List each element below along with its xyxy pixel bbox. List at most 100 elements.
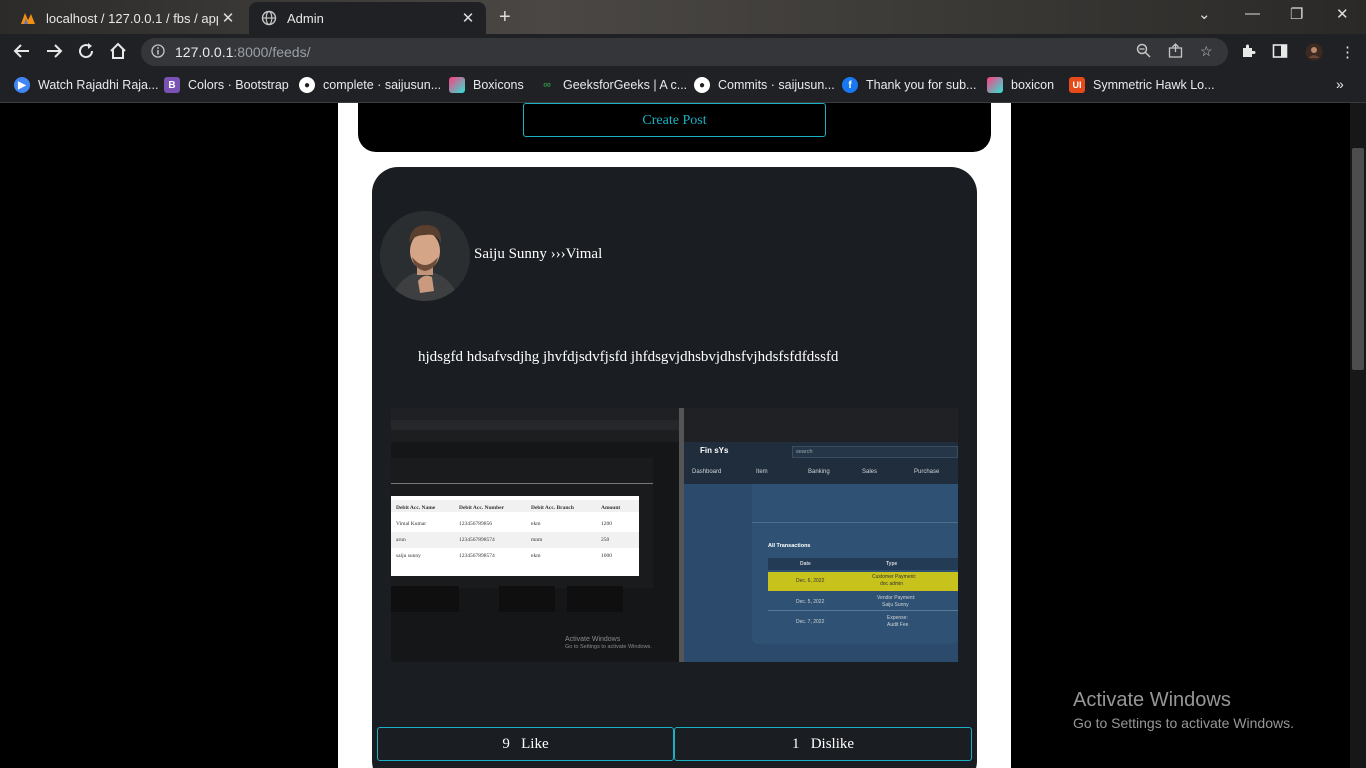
forward-icon[interactable] (45, 42, 63, 65)
table-cell: 1000 (601, 553, 612, 559)
dislike-button[interactable]: 1 Dislike (674, 727, 972, 761)
browser-toolbar: 127.0.0.1:8000/feeds/ ☆ ⋮ (0, 34, 1366, 70)
image-tx-sub: doc admin (880, 581, 904, 587)
image-tx-sub: Saiju Sunny (882, 602, 909, 608)
post-image[interactable]: Debit Acc. Name Debit Acc. Number Debit … (391, 408, 958, 662)
bookmark-item[interactable]: ● complete · saijusun... (299, 77, 441, 93)
dislike-count: 1 (791, 736, 800, 752)
image-tx-sub: Audit Fee (887, 622, 909, 628)
tab-phpmyadmin[interactable]: localhost / 127.0.0.1 / fbs / app1 ✕ (8, 2, 246, 34)
bootstrap-icon: B (164, 77, 180, 93)
window-close-icon[interactable]: ✕ (1336, 5, 1349, 23)
scrollbar-thumb[interactable] (1352, 148, 1364, 370)
post-text: hjdsgfd hdsafvsdjhg jhvfdjsdvfjsfd jhfds… (418, 349, 839, 365)
bookmark-item[interactable]: f Thank you for sub... (842, 77, 976, 93)
table-cell: 1200 (601, 521, 612, 527)
bookmark-item[interactable]: ● Commits · saijusun... (694, 77, 835, 93)
image-app-name: Fin sYs (700, 446, 729, 455)
table-cell: ekm (531, 553, 541, 559)
site-info-icon[interactable] (151, 44, 165, 58)
image-search: search (796, 449, 813, 455)
debit-table: Debit Acc. Name Debit Acc. Number Debit … (391, 496, 639, 576)
bookmark-label: Thank you for sub... (866, 78, 977, 92)
image-menu-item: Item (756, 469, 768, 475)
close-icon[interactable]: ✕ (458, 9, 478, 27)
bookmark-item[interactable]: ▶ Watch Rajadhi Raja... (14, 77, 158, 93)
image-menu-item: Sales (862, 469, 878, 475)
watermark-title: Activate Windows (1073, 689, 1231, 711)
table-header: Debit Acc. Branch (531, 505, 574, 511)
bookmark-item[interactable]: UI Symmetric Hawk Lo... (1069, 77, 1215, 93)
page-viewport: Create Post Saiju Sunny ›››Vimal hjdsgfd… (0, 103, 1366, 768)
image-menu-item: Purchase (914, 469, 940, 475)
table-header: Debit Acc. Name (396, 505, 436, 511)
image-tx-date: Dec. 6, 2022 (796, 578, 825, 584)
side-panel-icon[interactable] (1272, 43, 1288, 63)
bookmark-label: GeeksforGeeks | A c... (563, 78, 688, 92)
create-post-button[interactable]: Create Post (523, 103, 826, 137)
table-cell: arun (396, 537, 406, 543)
image-tx-type: Expense: (887, 615, 908, 621)
globe-icon (261, 10, 277, 26)
image-menu-item: Banking (808, 469, 830, 475)
like-count: 9 (502, 736, 510, 752)
facebook-icon: f (842, 77, 858, 93)
author-avatar (380, 211, 470, 301)
url-text: 127.0.0.1:8000/feeds/ (175, 44, 310, 60)
image-tx-date: Dec. 7, 2022 (796, 619, 825, 625)
bookmark-item[interactable]: boxicon (987, 77, 1054, 93)
restore-icon[interactable]: ❐ (1290, 5, 1303, 23)
bookmark-star-icon[interactable]: ☆ (1200, 43, 1213, 60)
image-section-title: All Transactions (768, 543, 811, 549)
github-icon: ● (299, 77, 315, 93)
table-cell: 1234567898574 (459, 553, 495, 559)
table-cell: 250 (601, 537, 610, 543)
watermark-subtitle: Go to Settings to activate Windows. (1073, 715, 1294, 731)
url-path: :8000/feeds/ (233, 44, 311, 60)
post-image-left-pane: Debit Acc. Name Debit Acc. Number Debit … (391, 408, 679, 662)
extensions-icon[interactable] (1240, 43, 1256, 63)
bookmark-item[interactable]: Boxicons (449, 77, 524, 93)
reaction-bar: 9 Like 1 Dislike (377, 727, 972, 761)
new-tab-icon[interactable]: + (499, 6, 511, 29)
image-tx-header: Date (800, 561, 811, 567)
boxicons-icon (987, 77, 1003, 93)
tab-admin[interactable]: Admin ✕ (249, 2, 486, 34)
boxicons-icon (449, 77, 465, 93)
table-header: Amount (601, 505, 621, 511)
geeksforgeeks-icon: ∞ (543, 79, 551, 91)
table-cell: 1234567898574 (459, 537, 495, 543)
table-cell: ekm (531, 521, 541, 527)
table-row: saiju sunny 1234567898574 ekm 1000 (391, 548, 639, 564)
menu-kebab-icon[interactable]: ⋮ (1340, 43, 1355, 61)
more-bookmarks-icon[interactable]: » (1336, 76, 1344, 92)
table-cell: saiju sunny (396, 553, 421, 559)
share-icon[interactable] (1168, 43, 1183, 61)
like-label: Like (521, 736, 549, 752)
bookmark-item[interactable]: B Colors · Bootstrap (164, 77, 289, 93)
profile-avatar-icon[interactable] (1305, 43, 1323, 65)
like-button[interactable]: 9 Like (377, 727, 674, 761)
image-watermark-1: Activate Windows (565, 636, 621, 643)
chevron-down-icon[interactable]: ⌄ (1198, 5, 1211, 23)
address-bar[interactable]: 127.0.0.1:8000/feeds/ ☆ (141, 38, 1228, 66)
table-row: arun 1234567898574 mnm 250 (391, 532, 639, 548)
minimize-icon[interactable]: — (1245, 5, 1260, 22)
table-cell: mnm (531, 537, 543, 543)
reload-icon[interactable] (77, 42, 95, 65)
image-menu-item: Dashboard (692, 469, 722, 475)
windows-activation-watermark: Activate Windows Go to Settings to activ… (1073, 689, 1294, 731)
post-image-right-pane: Fin sYs search Dashboard Item Banking Sa… (684, 408, 958, 662)
table-cell: Vimal Kumar (396, 521, 427, 527)
home-icon[interactable] (109, 42, 127, 65)
bookmark-label: Commits · saijusun... (718, 78, 835, 92)
zoom-icon[interactable] (1136, 43, 1151, 61)
github-icon: ● (694, 77, 710, 93)
url-host: 127.0.0.1 (175, 44, 234, 60)
phpmyadmin-icon (20, 10, 36, 26)
post-author[interactable]: Saiju Sunny ›››Vimal (474, 246, 602, 263)
tab-title: Admin (287, 10, 324, 26)
close-icon[interactable]: ✕ (218, 9, 238, 27)
back-icon[interactable] (13, 42, 31, 65)
bookmark-item[interactable]: ∞ GeeksforGeeks | A c... (539, 77, 687, 93)
